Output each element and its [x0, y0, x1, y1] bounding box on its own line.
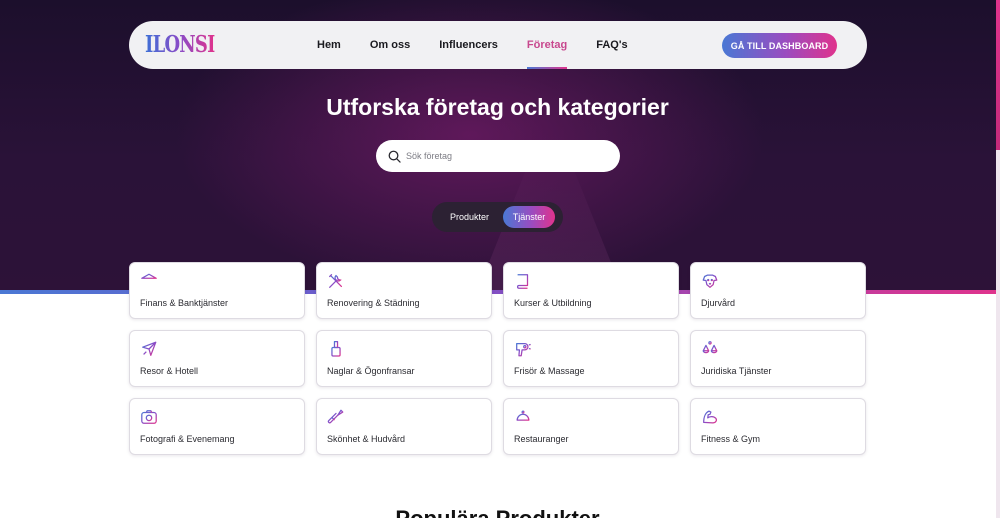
category-grid: Finans & Banktjänster Renovering & Städn…: [129, 262, 866, 455]
category-card-juridiska[interactable]: Juridiska Tjänster: [690, 330, 866, 387]
search-input[interactable]: [406, 151, 596, 161]
category-card-frisor[interactable]: Frisör & Massage: [503, 330, 679, 387]
navbar: ILONSI Hem Om oss Influencers Företag FA…: [129, 21, 867, 69]
category-card-djurvard[interactable]: Djurvård: [690, 262, 866, 319]
popular-products-title: Populära Produkter: [0, 506, 995, 518]
cloche-icon: [515, 410, 531, 424]
category-card-restauranger[interactable]: Restauranger: [503, 398, 679, 455]
book-icon: [516, 274, 529, 289]
category-label: Juridiska Tjänster: [701, 366, 772, 376]
nav-link-influencers[interactable]: Influencers: [439, 21, 498, 69]
hair-dryer-icon: [516, 342, 531, 357]
pet-icon: [702, 274, 718, 288]
nav-link-hem[interactable]: Hem: [317, 21, 341, 69]
logo[interactable]: ILONSI: [145, 31, 215, 59]
airplane-icon: [142, 341, 157, 356]
category-label: Naglar & Ögonfransar: [327, 366, 415, 376]
category-card-fotografi[interactable]: Fotografi & Evenemang: [129, 398, 305, 455]
category-card-skonhet[interactable]: Skönhet & Hudvård: [316, 398, 492, 455]
category-label: Skönhet & Hudvård: [327, 434, 406, 444]
scrollbar[interactable]: [996, 0, 1000, 518]
category-label: Finans & Banktjänster: [140, 298, 229, 308]
category-label: Renovering & Städning: [327, 298, 420, 308]
toggle-tjanster[interactable]: Tjänster: [503, 206, 555, 228]
product-service-toggle: Produkter Tjänster: [432, 202, 563, 232]
category-label: Djurvård: [701, 298, 736, 308]
category-label: Restauranger: [514, 434, 569, 444]
scales-icon: [702, 341, 718, 356]
category-label: Frisör & Massage: [514, 366, 585, 376]
scrollbar-thumb[interactable]: [996, 0, 1000, 150]
nav-links: Hem Om oss Influencers Företag FAQ's: [317, 21, 657, 69]
arm-muscle-icon: [703, 410, 717, 424]
nav-link-foretag[interactable]: Företag: [526, 21, 568, 69]
nav-link-om-oss[interactable]: Om oss: [370, 21, 410, 69]
category-label: Fotografi & Evenemang: [140, 434, 235, 444]
nail-polish-icon: [331, 340, 341, 357]
toggle-produkter[interactable]: Produkter: [436, 206, 503, 228]
category-card-kurser[interactable]: Kurser & Utbildning: [503, 262, 679, 319]
search-bar[interactable]: [376, 140, 620, 172]
makeup-brush-icon: [327, 409, 344, 424]
category-card-resor[interactable]: Resor & Hotell: [129, 330, 305, 387]
category-card-naglar[interactable]: Naglar & Ögonfransar: [316, 330, 492, 387]
tools-icon: [329, 274, 343, 288]
search-icon: [388, 150, 401, 163]
bank-icon: [141, 273, 157, 289]
page-title: Utforska företag och kategorier: [326, 94, 669, 120]
nav-link-faqs[interactable]: FAQ's: [596, 21, 627, 69]
dashboard-button[interactable]: GÅ TILL DASHBOARD: [722, 33, 837, 58]
category-card-renovering[interactable]: Renovering & Städning: [316, 262, 492, 319]
camera-icon: [141, 410, 157, 424]
category-label: Fitness & Gym: [701, 434, 761, 444]
category-card-finans[interactable]: Finans & Banktjänster: [129, 262, 305, 319]
category-label: Resor & Hotell: [140, 366, 199, 376]
category-card-fitness[interactable]: Fitness & Gym: [690, 398, 866, 455]
category-label: Kurser & Utbildning: [514, 298, 592, 308]
